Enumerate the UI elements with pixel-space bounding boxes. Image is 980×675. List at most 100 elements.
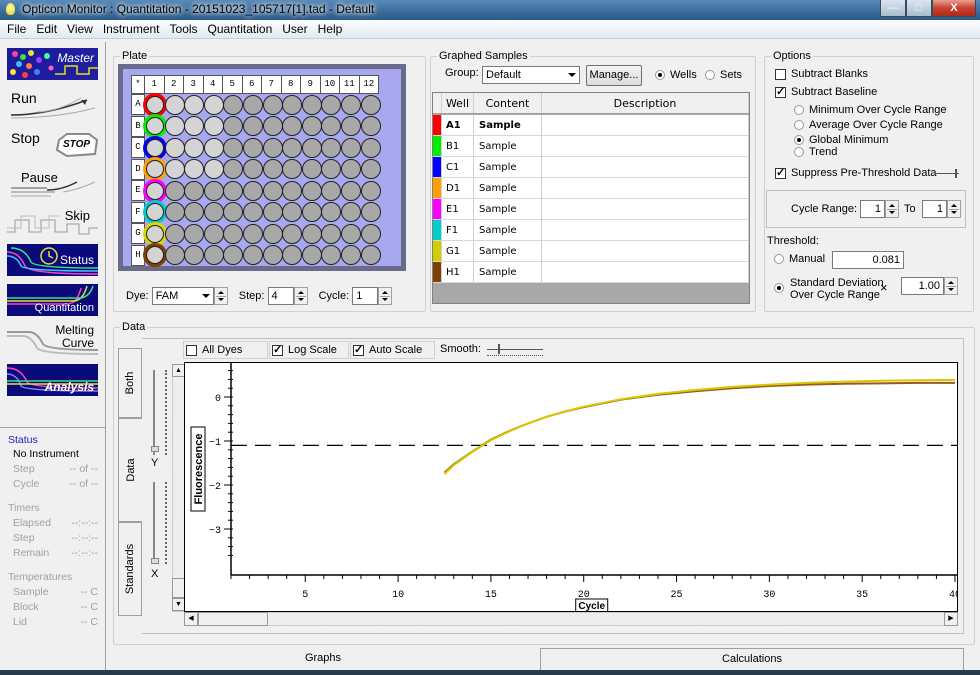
plate-well-B5[interactable] xyxy=(223,116,244,136)
run-button[interactable]: Run xyxy=(7,88,98,120)
plate-well-G6[interactable] xyxy=(243,223,263,244)
plate-well-G3[interactable] xyxy=(184,223,205,244)
plate-well-D3[interactable] xyxy=(184,159,205,179)
plate-well-D5[interactable] xyxy=(223,159,244,179)
sets-radio[interactable]: Sets xyxy=(705,69,742,81)
plate-column-header[interactable]: 5 xyxy=(222,75,243,94)
cycle-input[interactable]: 1 xyxy=(352,287,379,305)
plate-well-G1[interactable] xyxy=(146,224,164,243)
plate-well-F4[interactable] xyxy=(203,202,224,222)
plate-row-header[interactable]: G xyxy=(131,223,145,244)
baseline-minimum-radio[interactable]: Minimum Over Cycle Range xyxy=(794,104,947,116)
stddev-spinner[interactable] xyxy=(944,277,958,295)
plate-well-B10[interactable] xyxy=(321,116,342,136)
stop-button[interactable]: Stop STOP xyxy=(7,128,98,160)
plate-well-A12[interactable] xyxy=(360,94,381,115)
dye-spinner[interactable] xyxy=(213,287,228,305)
sample-description[interactable] xyxy=(542,115,749,135)
subtract-baseline-checkbox[interactable]: Subtract Baseline xyxy=(775,85,877,98)
plate-well-B1[interactable] xyxy=(146,117,164,135)
all-dyes-checkbox[interactable]: All Dyes xyxy=(186,344,242,356)
plate-well-A3[interactable] xyxy=(184,94,205,115)
plate-well-G8[interactable] xyxy=(282,223,303,244)
plate-well-C6[interactable] xyxy=(243,137,263,158)
sample-row[interactable]: F1 Sample xyxy=(433,220,749,241)
plate-well-F8[interactable] xyxy=(282,202,303,222)
cycle-range-from[interactable]: 1 xyxy=(860,200,885,218)
plate-well-B4[interactable] xyxy=(203,116,224,136)
cycle-range-to[interactable]: 1 xyxy=(922,200,947,218)
y-zoom-slider[interactable] xyxy=(153,370,155,455)
plate-well-B2[interactable] xyxy=(164,116,185,136)
plate-well-E7[interactable] xyxy=(262,180,283,201)
plate-well-A7[interactable] xyxy=(262,94,283,115)
plate-row-header[interactable]: B xyxy=(131,115,145,137)
skip-button[interactable]: Skip xyxy=(7,206,98,238)
subtract-blanks-checkbox[interactable]: Subtract Blanks xyxy=(775,68,868,80)
plate-row-header[interactable]: A xyxy=(131,94,145,115)
col-description[interactable]: Description xyxy=(542,93,749,113)
menu-help[interactable]: Help xyxy=(313,22,348,36)
chevron-down-icon[interactable] xyxy=(564,67,579,83)
sample-row[interactable]: D1 Sample xyxy=(433,178,749,199)
sample-description[interactable] xyxy=(542,157,749,177)
col-content[interactable]: Content xyxy=(474,93,542,113)
suppress-pre-threshold-checkbox[interactable]: Suppress Pre-Threshold Data xyxy=(775,166,937,179)
plate-well-E11[interactable] xyxy=(341,180,361,201)
plate-well-B6[interactable] xyxy=(243,116,263,136)
plate-corner[interactable]: * xyxy=(131,75,145,94)
x-zoom-slider[interactable] xyxy=(153,482,155,564)
master-button[interactable]: Master xyxy=(7,48,98,80)
plate-well-E2[interactable] xyxy=(164,180,185,201)
sample-row[interactable]: G1 Sample xyxy=(433,241,749,262)
plate-well-C7[interactable] xyxy=(262,137,283,158)
sample-description[interactable] xyxy=(542,199,749,219)
plate-well-C8[interactable] xyxy=(282,137,303,158)
plate-well-C12[interactable] xyxy=(360,137,381,158)
plate-well-A6[interactable] xyxy=(243,94,263,115)
plate-well-C3[interactable] xyxy=(184,137,205,158)
plate-well-H1[interactable] xyxy=(146,246,164,264)
plate-well-H5[interactable] xyxy=(223,245,244,265)
plate-well-F1[interactable] xyxy=(146,203,164,221)
wells-radio-dot[interactable] xyxy=(655,70,665,81)
plate-column-header[interactable]: 10 xyxy=(319,75,340,94)
plate-well-G4[interactable] xyxy=(203,223,224,244)
status-button[interactable]: Status xyxy=(7,244,98,276)
plate-well-E4[interactable] xyxy=(203,180,224,201)
plate-well-A2[interactable] xyxy=(164,94,185,115)
plate-well-E8[interactable] xyxy=(282,180,303,201)
tab-calculations[interactable]: Calculations xyxy=(540,648,964,670)
plate-well-H9[interactable] xyxy=(301,245,322,265)
plate-well-D6[interactable] xyxy=(243,159,263,179)
pause-button[interactable]: Pause xyxy=(7,168,98,200)
plate-well-G12[interactable] xyxy=(360,223,381,244)
smooth-slider[interactable] xyxy=(487,349,543,350)
smooth-slider-thumb[interactable] xyxy=(498,344,501,354)
plate-well-A11[interactable] xyxy=(341,94,361,115)
menu-user[interactable]: User xyxy=(277,22,312,36)
manage-button[interactable]: Manage... xyxy=(586,65,642,86)
plate-well-D4[interactable] xyxy=(203,159,224,179)
plate-well-E12[interactable] xyxy=(360,180,381,201)
plate-well-A5[interactable] xyxy=(223,94,244,115)
cycle-range-to-spinner[interactable] xyxy=(947,200,961,218)
step-input[interactable]: 4 xyxy=(267,287,294,305)
plate-well-F5[interactable] xyxy=(223,202,244,222)
plate-well-D7[interactable] xyxy=(262,159,283,179)
menu-edit[interactable]: Edit xyxy=(31,22,62,36)
plate-well-C2[interactable] xyxy=(164,137,185,158)
plate-well-F9[interactable] xyxy=(301,202,322,222)
cycle-spinner[interactable] xyxy=(378,287,393,305)
sample-description[interactable] xyxy=(542,136,749,156)
stddev-multiplier-input[interactable]: 1.00 xyxy=(901,277,944,295)
plate-well-F11[interactable] xyxy=(341,202,361,222)
log-scale-checkbox[interactable]: Log Scale xyxy=(272,343,337,356)
menu-instrument[interactable]: Instrument xyxy=(98,22,165,36)
plate-well-D11[interactable] xyxy=(341,159,361,179)
plate-row-header[interactable]: D xyxy=(131,158,145,180)
menu-view[interactable]: View xyxy=(62,22,98,36)
plate-well-C5[interactable] xyxy=(223,137,244,158)
sample-description[interactable] xyxy=(542,241,749,261)
plate-well-B11[interactable] xyxy=(341,116,361,136)
